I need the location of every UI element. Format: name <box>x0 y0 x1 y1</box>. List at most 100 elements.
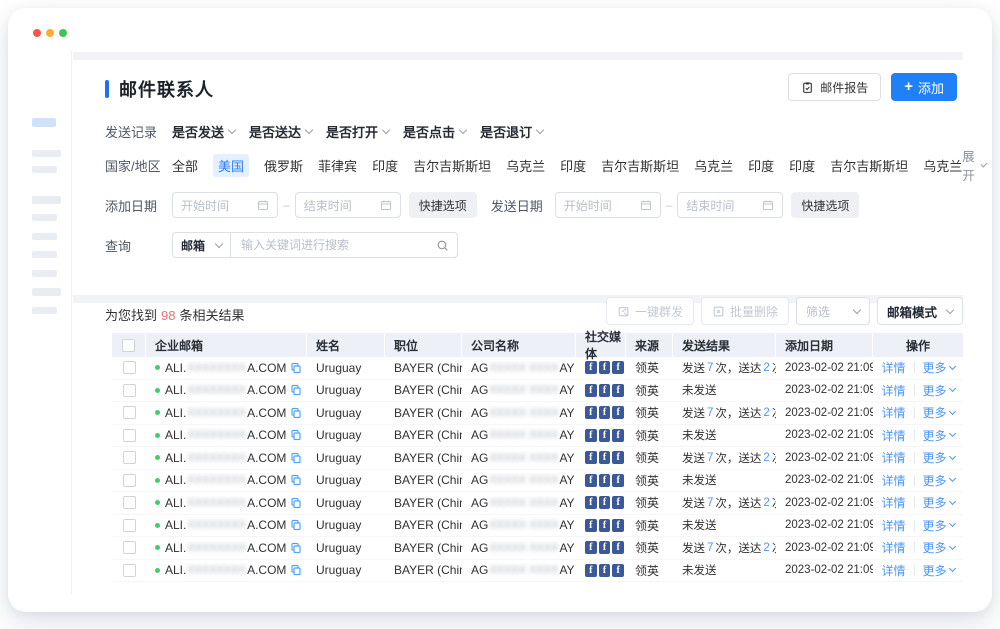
row-checkbox[interactable] <box>123 429 136 442</box>
detail-link[interactable]: 详情 <box>881 382 905 399</box>
detail-link[interactable]: 详情 <box>881 404 905 421</box>
region-filter-item[interactable]: 乌克兰 <box>694 156 733 175</box>
send-status-dropdown[interactable]: 是否打开 <box>326 122 389 141</box>
send-date-quick-options-button[interactable]: 快捷选项 <box>791 192 859 218</box>
region-filter-item[interactable]: 美国 <box>213 154 249 177</box>
region-filter-item[interactable]: 印度 <box>372 156 398 175</box>
facebook-icon[interactable]: f <box>599 519 611 532</box>
copy-icon[interactable] <box>290 384 302 396</box>
more-link[interactable]: 更多 <box>923 517 955 534</box>
add-date-end-input[interactable]: 结束时间 <box>295 192 401 218</box>
facebook-icon[interactable]: f <box>599 429 611 442</box>
more-link[interactable]: 更多 <box>923 382 955 399</box>
send-status-dropdown[interactable]: 是否发送 <box>172 122 235 141</box>
detail-link[interactable]: 详情 <box>881 517 905 534</box>
detail-link[interactable]: 详情 <box>881 472 905 489</box>
send-date-start-input[interactable]: 开始时间 <box>555 192 661 218</box>
filter-select[interactable]: 筛选 <box>796 297 870 325</box>
facebook-icon[interactable]: f <box>612 384 624 397</box>
facebook-icon[interactable]: f <box>585 429 597 442</box>
more-link[interactable]: 更多 <box>923 539 955 556</box>
row-checkbox[interactable] <box>123 361 136 374</box>
copy-icon[interactable] <box>290 542 302 554</box>
minimize-button[interactable] <box>46 29 54 37</box>
more-link[interactable]: 更多 <box>923 562 955 579</box>
close-button[interactable] <box>33 29 41 37</box>
facebook-icon[interactable]: f <box>599 541 611 554</box>
sidebar-item-active[interactable] <box>32 118 56 127</box>
region-filter-item[interactable]: 乌克兰 <box>923 156 962 175</box>
facebook-icon[interactable]: f <box>599 474 611 487</box>
facebook-icon[interactable]: f <box>585 384 597 397</box>
row-checkbox[interactable] <box>123 564 136 577</box>
region-filter-item[interactable]: 乌克兰 <box>506 156 545 175</box>
copy-icon[interactable] <box>290 497 302 509</box>
row-checkbox[interactable] <box>123 519 136 532</box>
facebook-icon[interactable]: f <box>612 564 624 577</box>
add-button[interactable]: + 添加 <box>891 73 957 101</box>
row-checkbox[interactable] <box>123 474 136 487</box>
region-filter-item[interactable]: 印度 <box>748 156 774 175</box>
more-link[interactable]: 更多 <box>923 427 955 444</box>
copy-icon[interactable] <box>290 564 302 576</box>
row-checkbox[interactable] <box>123 541 136 554</box>
facebook-icon[interactable]: f <box>612 541 624 554</box>
mail-report-button[interactable]: 邮件报告 <box>788 73 881 101</box>
facebook-icon[interactable]: f <box>599 361 611 374</box>
detail-link[interactable]: 详情 <box>881 359 905 376</box>
copy-icon[interactable] <box>290 474 302 486</box>
row-checkbox[interactable] <box>123 384 136 397</box>
facebook-icon[interactable]: f <box>599 451 611 464</box>
bulk-send-button[interactable]: 一键群发 <box>606 297 694 325</box>
send-status-dropdown[interactable]: 是否点击 <box>403 122 466 141</box>
region-filter-item[interactable]: 俄罗斯 <box>264 156 303 175</box>
facebook-icon[interactable]: f <box>585 406 597 419</box>
mode-select[interactable]: 邮箱模式 <box>877 297 963 325</box>
add-date-start-input[interactable]: 开始时间 <box>172 192 278 218</box>
facebook-icon[interactable]: f <box>612 496 624 509</box>
more-link[interactable]: 更多 <box>923 359 955 376</box>
row-checkbox[interactable] <box>123 406 136 419</box>
region-filter-item[interactable]: 印度 <box>789 156 815 175</box>
detail-link[interactable]: 详情 <box>881 562 905 579</box>
more-link[interactable]: 更多 <box>923 404 955 421</box>
facebook-icon[interactable]: f <box>585 496 597 509</box>
region-filter-item[interactable]: 吉尔吉斯斯坦 <box>830 156 908 175</box>
facebook-icon[interactable]: f <box>599 384 611 397</box>
region-filter-item[interactable]: 印度 <box>560 156 586 175</box>
copy-icon[interactable] <box>290 452 302 464</box>
facebook-icon[interactable]: f <box>599 496 611 509</box>
facebook-icon[interactable]: f <box>585 519 597 532</box>
send-date-end-input[interactable]: 结束时间 <box>677 192 783 218</box>
facebook-icon[interactable]: f <box>612 474 624 487</box>
detail-link[interactable]: 详情 <box>881 494 905 511</box>
facebook-icon[interactable]: f <box>612 451 624 464</box>
bulk-delete-button[interactable]: 批量删除 <box>701 297 789 325</box>
facebook-icon[interactable]: f <box>612 519 624 532</box>
row-checkbox[interactable] <box>123 451 136 464</box>
facebook-icon[interactable]: f <box>599 564 611 577</box>
facebook-icon[interactable]: f <box>599 406 611 419</box>
facebook-icon[interactable]: f <box>585 361 597 374</box>
search-field-select[interactable]: 邮箱 <box>173 233 231 257</box>
copy-icon[interactable] <box>290 429 302 441</box>
facebook-icon[interactable]: f <box>612 406 624 419</box>
region-filter-item[interactable]: 吉尔吉斯斯坦 <box>413 156 491 175</box>
more-link[interactable]: 更多 <box>923 449 955 466</box>
expand-toggle[interactable]: 展开 <box>962 146 986 184</box>
detail-link[interactable]: 详情 <box>881 427 905 444</box>
region-filter-item[interactable]: 吉尔吉斯斯坦 <box>601 156 679 175</box>
row-checkbox[interactable] <box>123 496 136 509</box>
detail-link[interactable]: 详情 <box>881 539 905 556</box>
more-link[interactable]: 更多 <box>923 494 955 511</box>
copy-icon[interactable] <box>290 362 302 374</box>
facebook-icon[interactable]: f <box>612 429 624 442</box>
facebook-icon[interactable]: f <box>585 541 597 554</box>
more-link[interactable]: 更多 <box>923 472 955 489</box>
detail-link[interactable]: 详情 <box>881 449 905 466</box>
add-date-quick-options-button[interactable]: 快捷选项 <box>409 192 477 218</box>
region-filter-item[interactable]: 全部 <box>172 156 198 175</box>
send-status-dropdown[interactable]: 是否送达 <box>249 122 312 141</box>
copy-icon[interactable] <box>290 407 302 419</box>
copy-icon[interactable] <box>290 519 302 531</box>
